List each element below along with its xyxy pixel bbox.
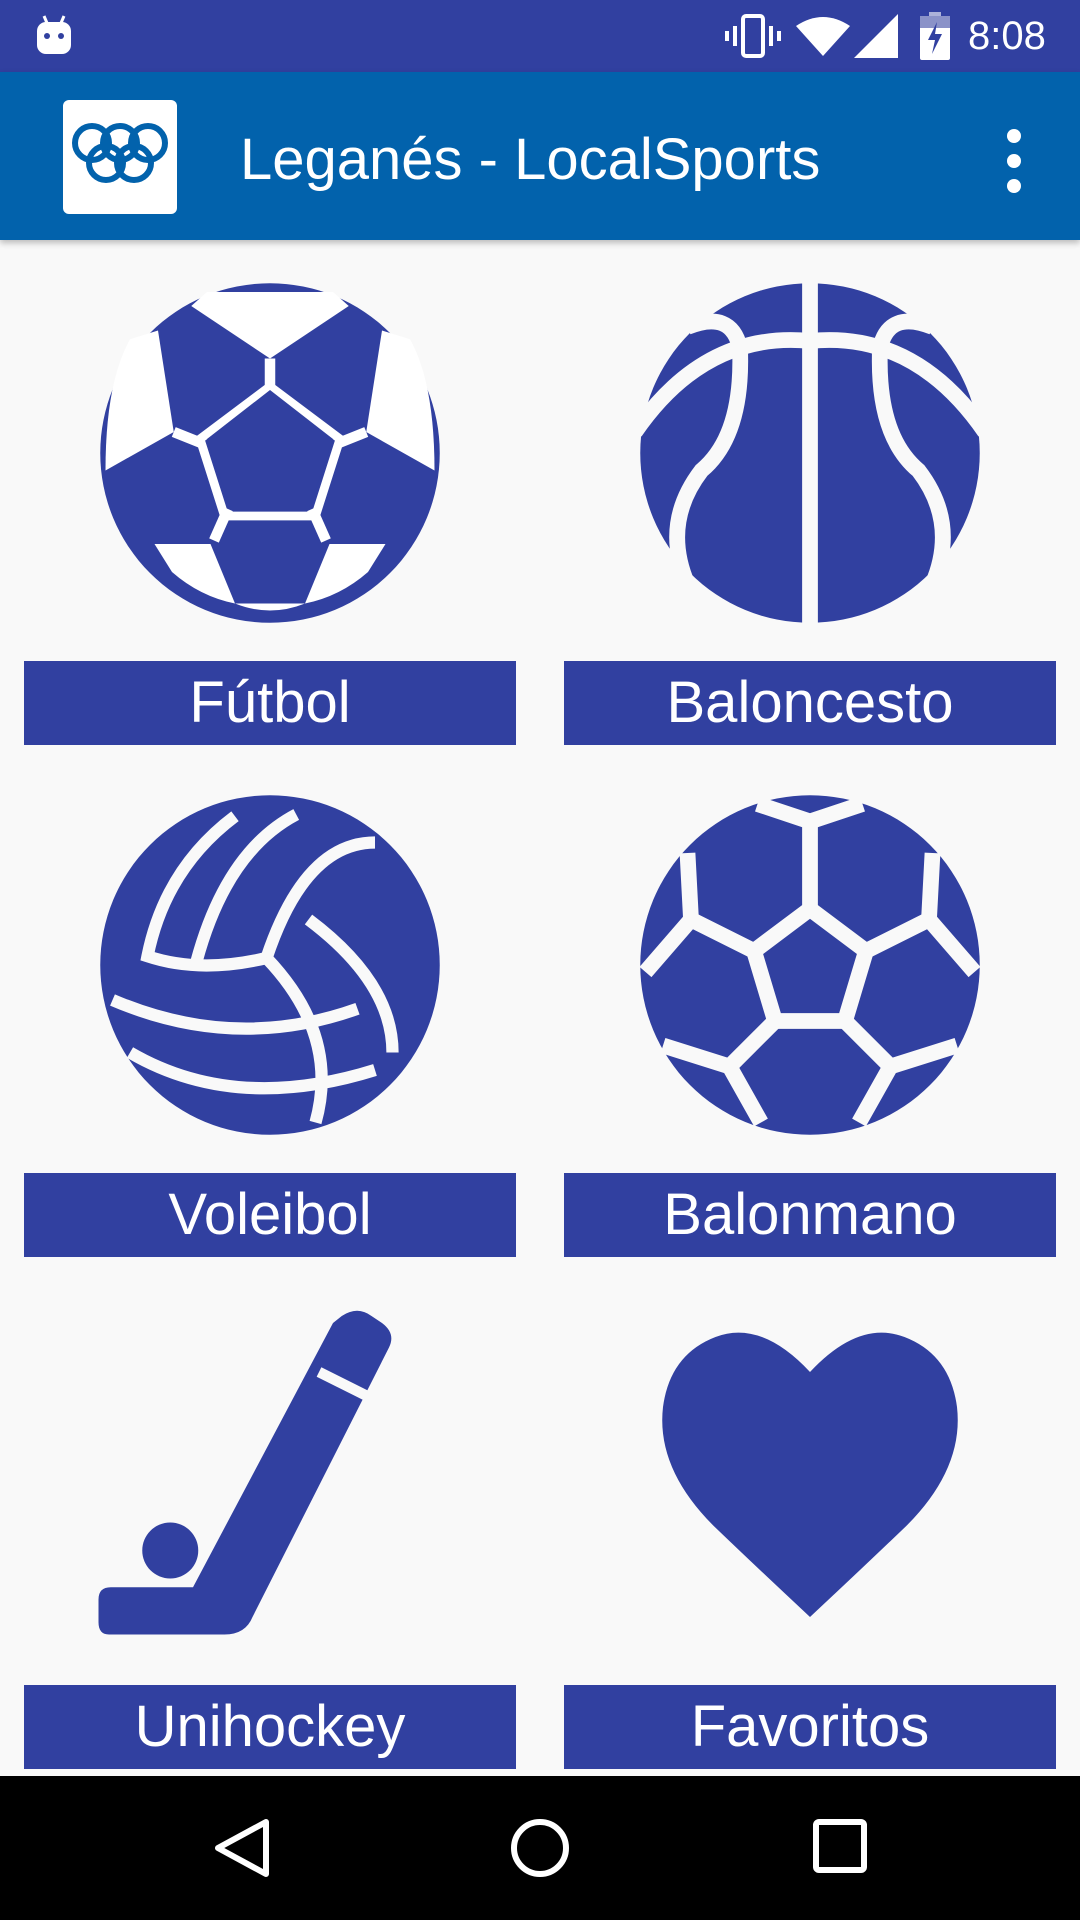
sport-tile-baloncesto[interactable]: Baloncesto xyxy=(564,278,1056,768)
back-icon[interactable] xyxy=(212,1816,272,1880)
sport-tile-voleibol[interactable]: Voleibol xyxy=(24,790,516,1280)
sport-tile-favoritos[interactable]: Favoritos xyxy=(564,1302,1056,1792)
sport-label-voleibol: Voleibol xyxy=(24,1173,516,1257)
sports-grid: Fútbol Baloncesto Voleibol Balonmano Uni… xyxy=(0,240,1080,1776)
vibrate-icon xyxy=(725,14,781,58)
android-debug-icon xyxy=(37,15,71,54)
sport-tile-balonmano[interactable]: Balonmano xyxy=(564,790,1056,1280)
hockey-stick-icon xyxy=(98,1310,392,1635)
overflow-menu-icon[interactable] xyxy=(996,126,1032,196)
app-logo xyxy=(63,100,177,214)
battery-charging-icon xyxy=(920,12,950,60)
app-bar: Leganés - LocalSports xyxy=(0,72,1080,240)
volleyball-icon xyxy=(100,795,440,1135)
heart-icon xyxy=(662,1332,958,1617)
sport-label-baloncesto: Baloncesto xyxy=(564,661,1056,745)
soccer-ball-icon xyxy=(100,283,440,623)
sport-label-balonmano: Balonmano xyxy=(564,1173,1056,1257)
basketball-icon xyxy=(635,278,985,628)
wifi-icon xyxy=(796,17,850,56)
sport-label-favoritos: Favoritos xyxy=(564,1685,1056,1769)
sport-label-futbol: Fútbol xyxy=(24,661,516,745)
cell-signal-icon xyxy=(854,14,898,58)
recents-icon[interactable] xyxy=(812,1818,868,1874)
status-bar: 8:08 xyxy=(0,0,1080,72)
status-time: 8:08 xyxy=(968,14,1046,58)
sport-label-unihockey: Unihockey xyxy=(24,1685,516,1769)
sport-tile-futbol[interactable]: Fútbol xyxy=(24,278,516,768)
handball-icon xyxy=(639,795,981,1135)
app-title: Leganés - LocalSports xyxy=(240,127,821,192)
sport-tile-unihockey[interactable]: Unihockey xyxy=(24,1302,516,1792)
olympic-rings-icon xyxy=(72,123,168,183)
home-icon[interactable] xyxy=(508,1816,572,1880)
navigation-bar xyxy=(0,1776,1080,1920)
